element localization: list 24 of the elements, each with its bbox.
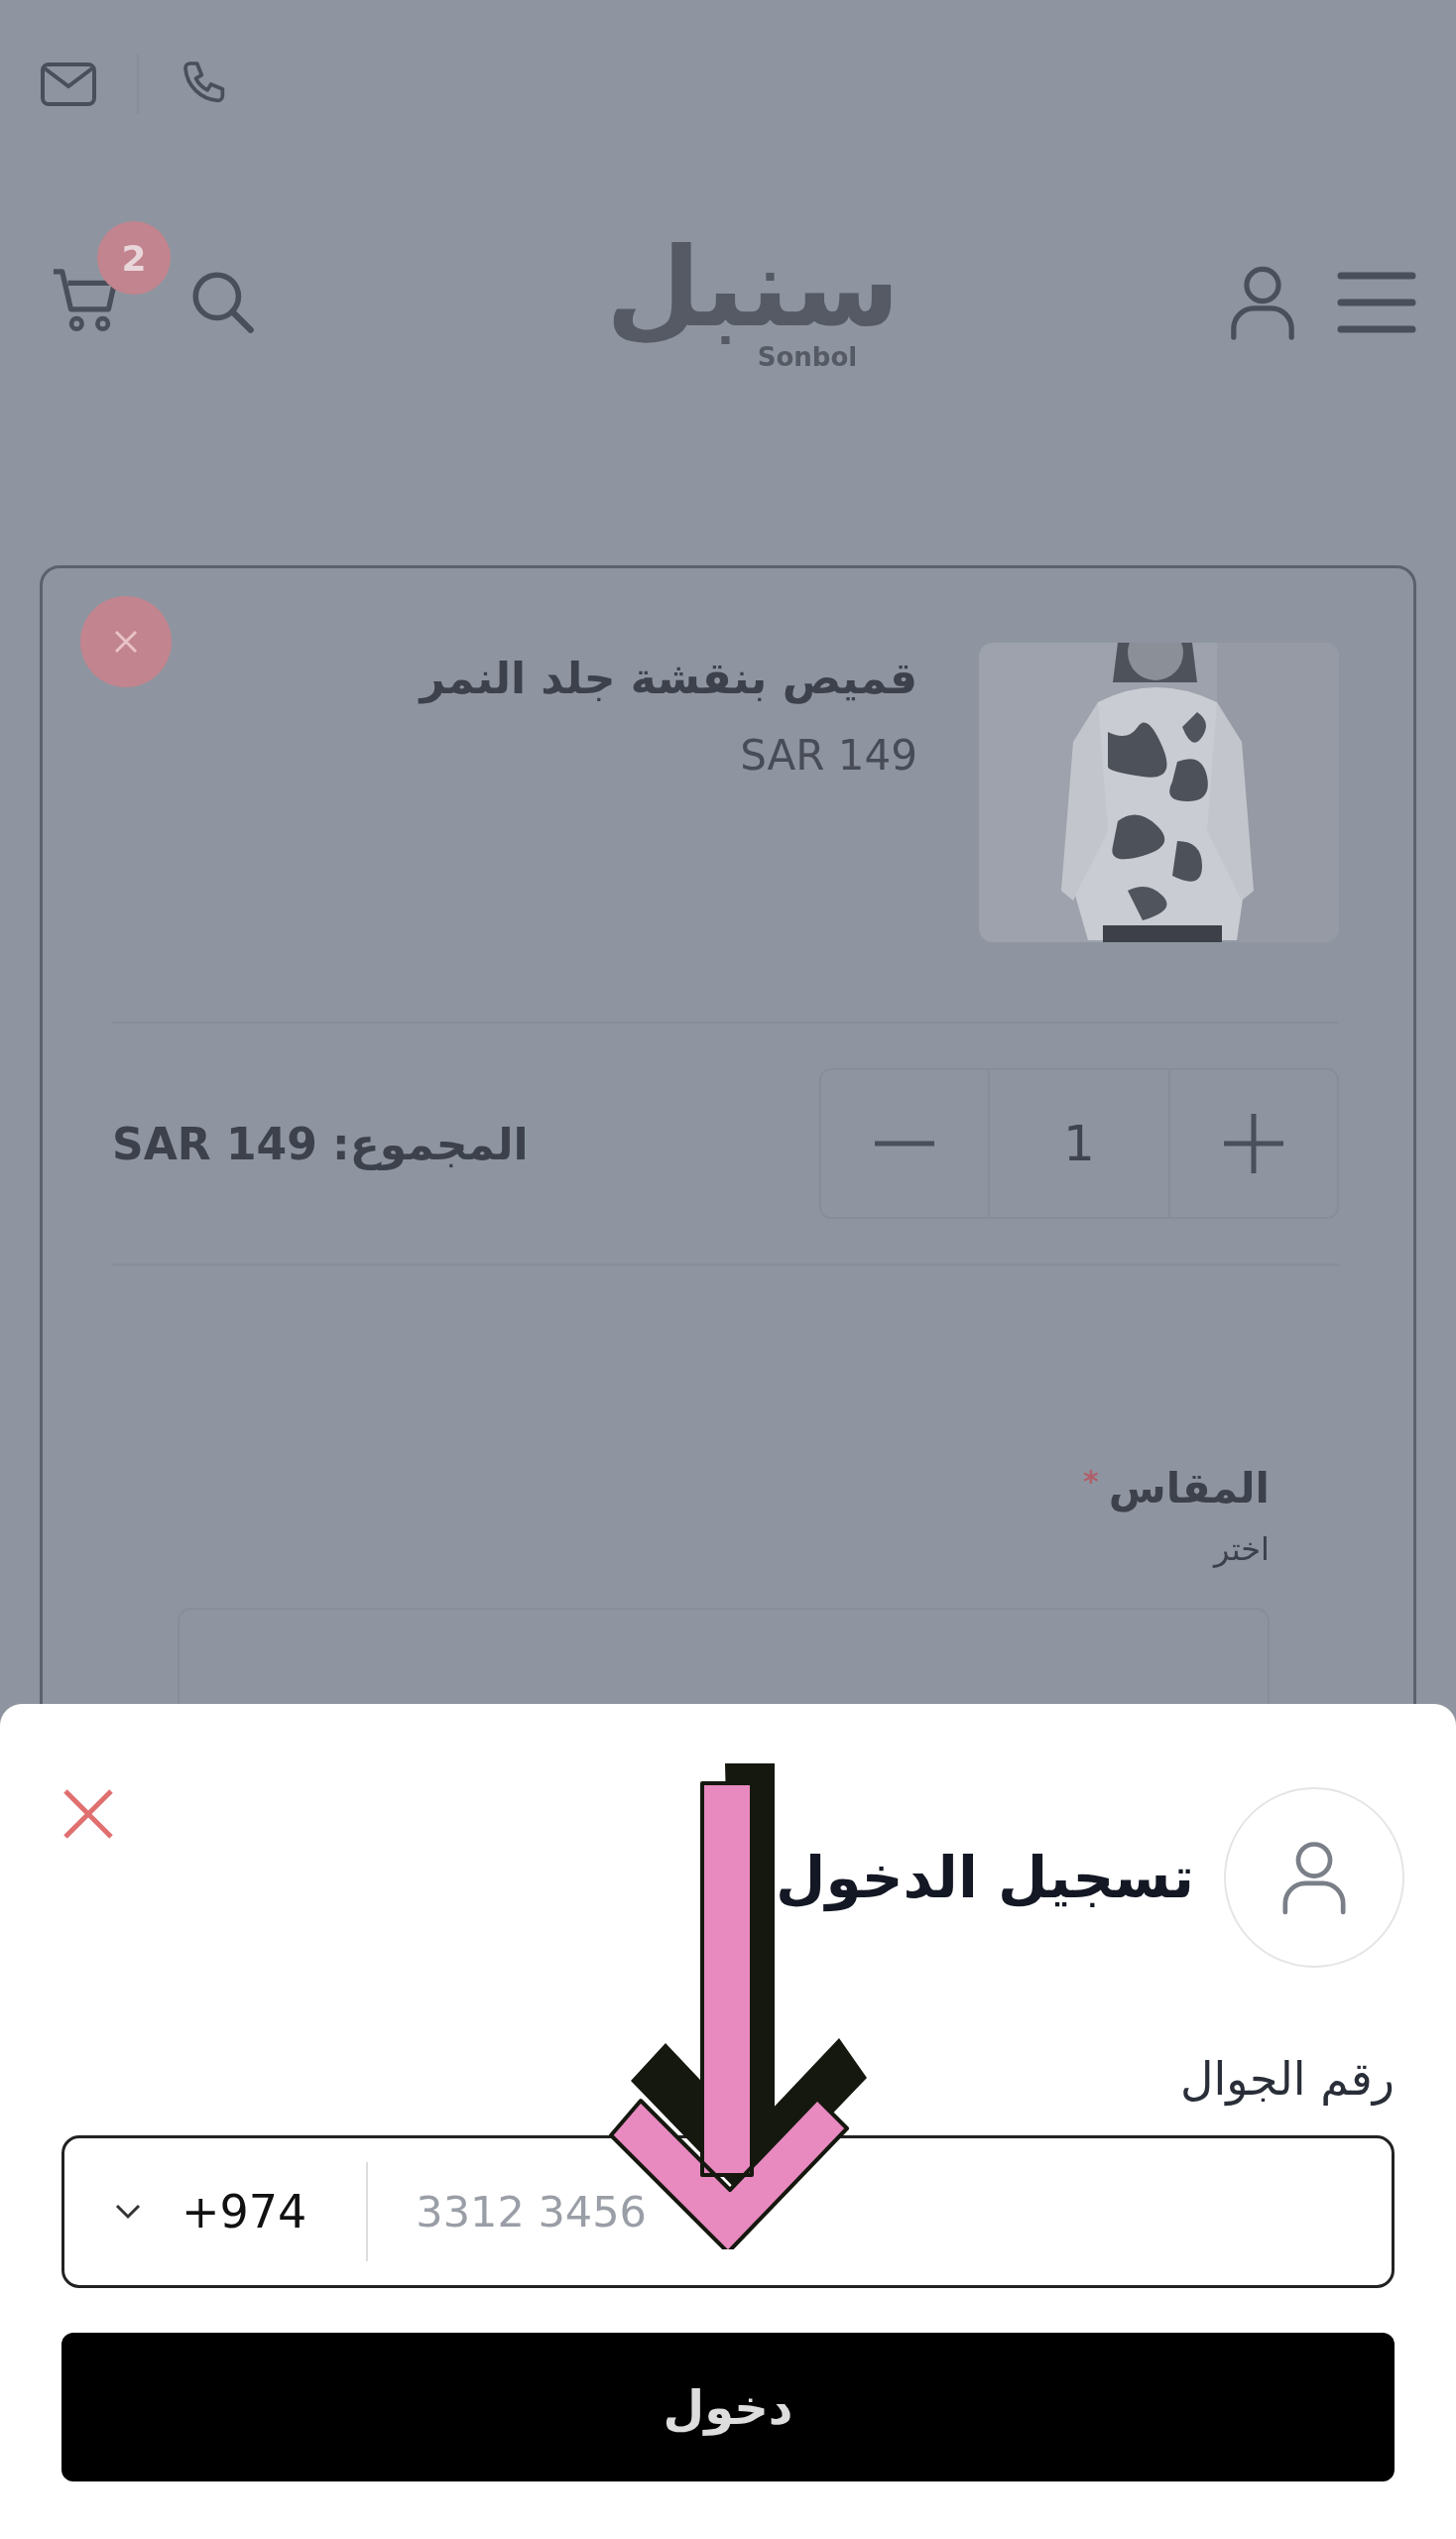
- plus-icon: [1224, 1114, 1283, 1173]
- mail-icon[interactable]: [40, 60, 97, 108]
- country-code-select[interactable]: +974: [64, 2162, 369, 2261]
- field-hint: اختر: [1214, 1530, 1270, 1568]
- login-button[interactable]: دخول: [61, 2333, 1395, 2481]
- sheet-title: تسجيل الدخول: [776, 1844, 1194, 1911]
- logo-caption: Sonbol: [757, 342, 858, 372]
- required-mark: *: [1083, 1464, 1099, 1501]
- item-total: المجموع: SAR 149: [112, 1118, 529, 1169]
- user-icon[interactable]: [1228, 264, 1297, 341]
- avatar-icon: [1224, 1787, 1404, 1968]
- quantity-value: 1: [988, 1070, 1170, 1217]
- cart-count-badge: 2: [97, 221, 171, 295]
- phone-input[interactable]: 3312 3456: [368, 2186, 1392, 2237]
- product-name: قميص بنقشة جلد النمر: [420, 653, 917, 703]
- menu-icon[interactable]: [1337, 270, 1416, 335]
- close-icon[interactable]: [61, 1787, 115, 1841]
- chevron-down-icon: [114, 2203, 142, 2221]
- logo-text: سنبل: [605, 233, 901, 342]
- phone-field[interactable]: +974 3312 3456: [61, 2135, 1395, 2288]
- field-label: المقاس: [1108, 1464, 1270, 1512]
- product-price: SAR 149: [740, 731, 917, 780]
- phone-label: رقم الجوال: [1179, 2052, 1395, 2106]
- minus-icon: [875, 1140, 934, 1148]
